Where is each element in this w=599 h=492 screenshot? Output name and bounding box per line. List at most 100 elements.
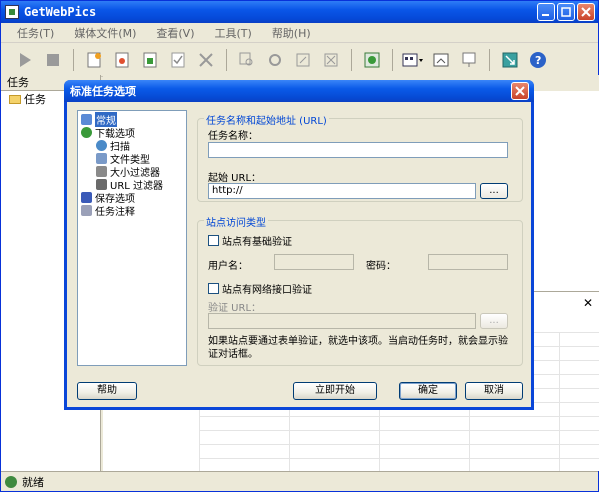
search-icon bbox=[239, 52, 253, 65]
maximize-icon bbox=[561, 7, 571, 17]
auth-url-input[interactable] bbox=[208, 313, 476, 329]
group-task-name-url: 任务名称和起始地址 (URL) 任务名称： 起始 URL： http:// ..… bbox=[197, 112, 523, 202]
delete-button[interactable] bbox=[194, 48, 218, 72]
close-icon bbox=[581, 7, 591, 17]
tree-item-download[interactable]: 下载选项 bbox=[78, 126, 186, 140]
new-task-button[interactable] bbox=[82, 48, 106, 72]
filter-icon bbox=[96, 179, 107, 190]
web-auth-checkbox[interactable]: 站点有网络接口验证 bbox=[208, 281, 312, 296]
auth-url-label: 验证 URL： bbox=[208, 303, 262, 314]
ok-button[interactable]: 确定 bbox=[399, 382, 457, 400]
cancel-button[interactable]: 取消 bbox=[465, 382, 523, 400]
basic-auth-checkbox[interactable]: 站点有基础验证 bbox=[208, 233, 292, 248]
svg-text:?: ? bbox=[535, 54, 541, 67]
scan-icon bbox=[96, 140, 107, 151]
help-button[interactable]: ? bbox=[526, 48, 550, 72]
menu-media[interactable]: 媒体文件(M) bbox=[64, 25, 146, 41]
toolbar: ? bbox=[1, 43, 598, 77]
remove-icon bbox=[324, 53, 338, 66]
help-button[interactable]: 帮助 bbox=[77, 382, 137, 400]
filter-icon bbox=[96, 166, 107, 177]
doc-star-icon bbox=[115, 52, 129, 67]
checkbox-box bbox=[208, 235, 219, 246]
toolbar-separator bbox=[489, 48, 490, 71]
download-icon bbox=[81, 127, 92, 138]
minimize-button[interactable] bbox=[537, 3, 555, 21]
browse-url-button[interactable]: ... bbox=[480, 183, 508, 199]
dialog-title-bar[interactable]: 标准任务选项 bbox=[64, 80, 534, 102]
check-icon bbox=[171, 52, 185, 67]
start-now-button[interactable]: 立即开始 bbox=[293, 382, 377, 400]
task-root-label: 任务 bbox=[24, 93, 46, 106]
view-button[interactable] bbox=[401, 48, 425, 72]
start-url-label: 起始 URL： bbox=[208, 173, 262, 184]
settings-button[interactable] bbox=[263, 48, 287, 72]
window-title: GetWebPics bbox=[24, 5, 97, 19]
delete-x-icon bbox=[199, 52, 213, 67]
title-bar[interactable]: GetWebPics bbox=[1, 1, 598, 23]
start-url-input[interactable]: http:// bbox=[208, 183, 476, 199]
checkbox-box bbox=[208, 283, 219, 294]
basic-auth-label: 站点有基础验证 bbox=[222, 237, 292, 248]
comment-button[interactable] bbox=[457, 48, 481, 72]
play-icon bbox=[20, 52, 31, 67]
password-label: 密码： bbox=[366, 261, 396, 272]
search-button[interactable] bbox=[235, 48, 259, 72]
dialog-title: 标准任务选项 bbox=[70, 85, 136, 98]
status-text: 就绪 bbox=[22, 475, 44, 489]
menu-view[interactable]: 查看(V) bbox=[146, 25, 204, 41]
tree-label: 任务注释 bbox=[95, 207, 135, 218]
menu-bar: 任务(T) 媒体文件(M) 查看(V) 工具(T) 帮助(H) bbox=[1, 23, 598, 43]
edit-button[interactable] bbox=[291, 48, 315, 72]
window-button[interactable] bbox=[429, 48, 453, 72]
minimize-icon bbox=[542, 14, 549, 16]
dialog-close-button[interactable] bbox=[511, 82, 529, 100]
menu-tools[interactable]: 工具(T) bbox=[205, 25, 262, 41]
gear-icon bbox=[269, 53, 281, 66]
edit-icon bbox=[296, 53, 310, 66]
check-doc-button[interactable] bbox=[166, 48, 190, 72]
notes-icon bbox=[81, 205, 92, 216]
remove-button[interactable] bbox=[319, 48, 343, 72]
grid-view-icon bbox=[402, 53, 423, 66]
app-icon bbox=[5, 5, 19, 19]
web-button[interactable] bbox=[360, 48, 384, 72]
task-name-input[interactable] bbox=[208, 142, 508, 158]
export-button[interactable] bbox=[498, 48, 522, 72]
comment-icon bbox=[462, 52, 476, 67]
web-auth-label: 站点有网络接口验证 bbox=[222, 285, 312, 296]
menu-task[interactable]: 任务(T) bbox=[7, 25, 64, 41]
task-options-dialog: 标准任务选项 常规 下载选项 扫描 文件类型 大小过滤器 URL 过滤器 保存选… bbox=[64, 80, 534, 410]
close-button[interactable] bbox=[577, 3, 595, 21]
stop-button[interactable] bbox=[41, 48, 65, 72]
help-icon: ? bbox=[530, 51, 546, 68]
new-task-2-button[interactable] bbox=[110, 48, 134, 72]
folder-icon bbox=[9, 94, 21, 104]
browse-auth-url-button[interactable]: ... bbox=[480, 313, 508, 329]
doc-green-icon bbox=[143, 52, 157, 67]
group-legend: 任务名称和起始地址 (URL) bbox=[204, 112, 329, 127]
options-tree: 常规 下载选项 扫描 文件类型 大小过滤器 URL 过滤器 保存选项 任务注释 bbox=[77, 110, 187, 366]
status-bar: 就绪 bbox=[1, 471, 598, 491]
doc-green-button[interactable] bbox=[138, 48, 162, 72]
filetype-icon bbox=[96, 153, 107, 164]
save-icon bbox=[81, 192, 92, 203]
task-name-label: 任务名称： bbox=[208, 131, 258, 142]
panel-close-icon[interactable]: ✕ bbox=[583, 296, 593, 310]
stop-icon bbox=[47, 53, 59, 66]
password-input[interactable] bbox=[428, 254, 508, 270]
toolbar-separator bbox=[351, 48, 352, 71]
username-input[interactable] bbox=[274, 254, 354, 270]
toolbar-separator bbox=[226, 48, 227, 71]
maximize-button[interactable] bbox=[557, 3, 575, 21]
window-icon bbox=[433, 53, 449, 66]
menu-help[interactable]: 帮助(H) bbox=[262, 25, 321, 41]
group-site-access: 站点访问类型 站点有基础验证 用户名： 密码： 站点有网络接口验证 验证 URL… bbox=[197, 214, 523, 366]
tree-item-notes[interactable]: 任务注释 bbox=[78, 204, 186, 218]
export-icon bbox=[502, 52, 518, 67]
group-legend: 站点访问类型 bbox=[204, 214, 268, 229]
toolbar-separator bbox=[392, 48, 393, 71]
start-button[interactable] bbox=[13, 48, 37, 72]
general-icon bbox=[81, 114, 92, 125]
globe-icon bbox=[364, 52, 380, 67]
